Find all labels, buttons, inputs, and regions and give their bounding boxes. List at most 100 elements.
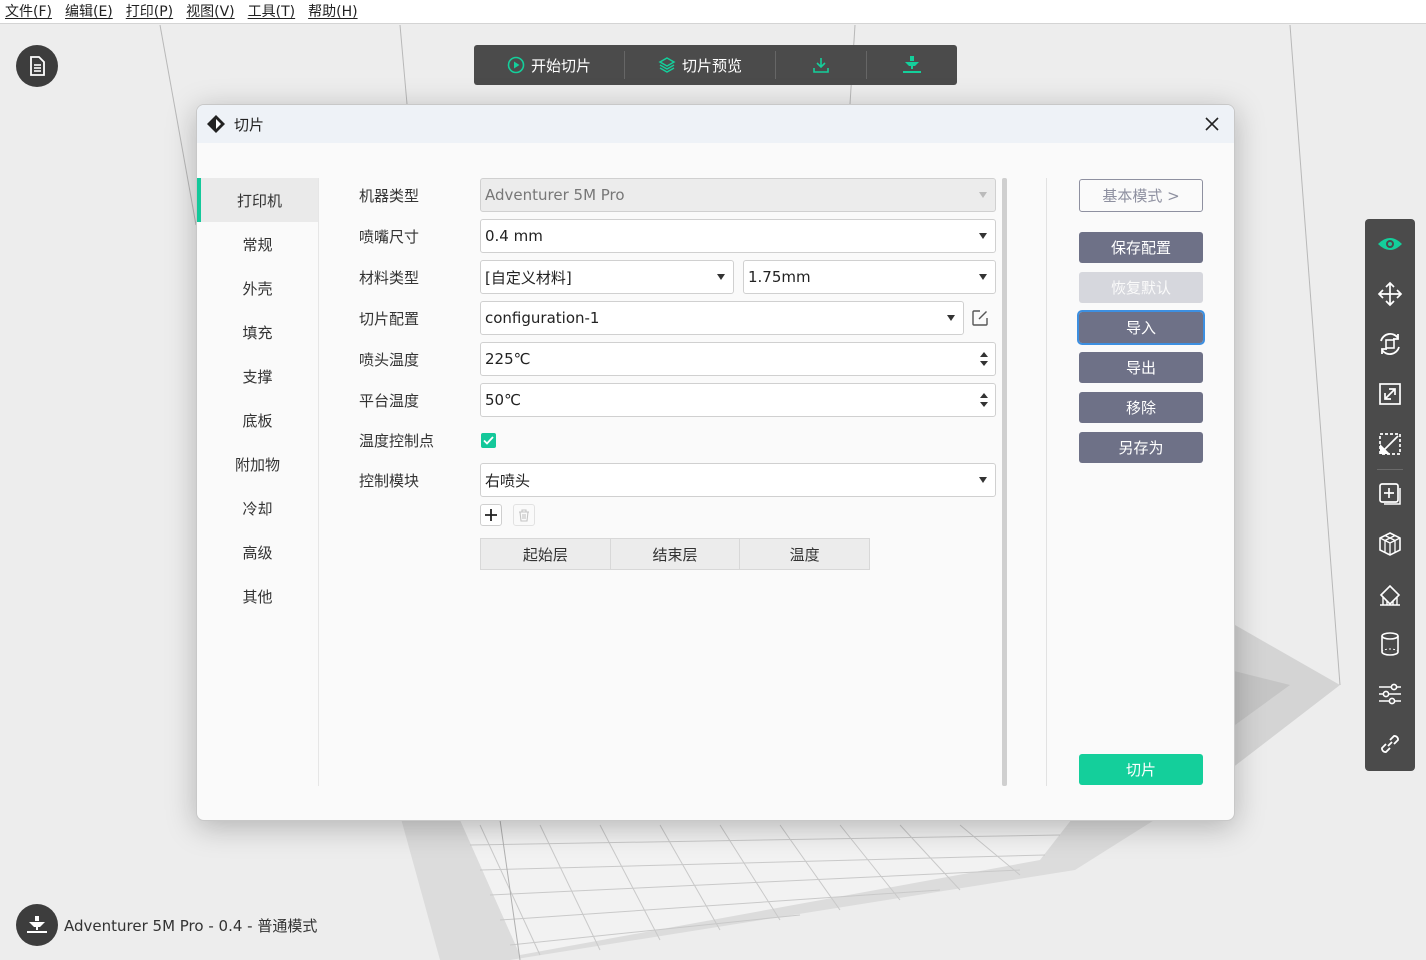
save-config-button[interactable]: 保存配置 — [1079, 232, 1203, 263]
menu-print[interactable]: 打印(P) — [121, 0, 181, 24]
trash-icon — [519, 508, 529, 522]
export-button[interactable]: 导出 — [1079, 352, 1203, 383]
menu-help[interactable]: 帮助(H) — [303, 0, 365, 24]
start-slice-label: 开始切片 — [530, 56, 591, 75]
play-icon — [507, 56, 525, 74]
menu-view[interactable]: 视图(V) — [181, 0, 243, 24]
nozzle-temp-label: 喷头温度 — [359, 350, 420, 369]
slice-config-select[interactable]: configuration-1 — [480, 301, 964, 335]
printer-status-button[interactable] — [16, 904, 58, 946]
nav-shell[interactable]: 外壳 — [197, 266, 318, 310]
link-button[interactable] — [1365, 719, 1415, 769]
scale-icon — [1379, 383, 1401, 405]
printer-status-text: Adventurer 5M Pro - 0.4 - 普通模式 — [64, 917, 318, 935]
document-button[interactable] — [16, 45, 58, 87]
delete-row-button[interactable] — [513, 504, 535, 526]
multi-cube-button[interactable] — [1365, 519, 1415, 569]
edit-config-button[interactable] — [971, 309, 989, 327]
slice-button[interactable]: 切片 — [1079, 754, 1203, 785]
scale-button[interactable] — [1365, 369, 1415, 419]
machine-type-select: Adventurer 5M Pro — [480, 178, 996, 212]
nozzle-temp-spinbox[interactable]: 225℃ — [480, 342, 996, 376]
download-button[interactable] — [776, 45, 866, 85]
control-module-select[interactable]: 右喷头 — [480, 463, 996, 497]
slice-config-value: configuration-1 — [485, 309, 600, 327]
slice-preview-button[interactable]: 切片预览 — [625, 45, 775, 85]
temp-control-table: 起始层 结束层 温度 — [480, 538, 870, 570]
start-slice-button[interactable]: 开始切片 — [474, 45, 624, 85]
slice-dialog: 切片 打印机 常规 外壳 填充 支撑 底板 附加物 冷却 高级 其他 机器类型 … — [196, 104, 1235, 821]
chevron-down-icon — [947, 315, 955, 321]
column-start-layer: 起始层 — [481, 539, 611, 569]
settings-nav: 打印机 常规 外壳 填充 支撑 底板 附加物 冷却 高级 其他 — [197, 178, 319, 786]
save-as-button[interactable]: 另存为 — [1079, 432, 1203, 463]
remove-button[interactable]: 移除 — [1079, 392, 1203, 423]
chevron-down-icon — [717, 274, 725, 280]
nav-infill[interactable]: 填充 — [197, 310, 318, 354]
right-toolbar — [1365, 219, 1415, 771]
nav-cooling[interactable]: 冷却 — [197, 486, 318, 530]
column-temperature: 温度 — [789, 545, 820, 564]
sliders-icon — [1379, 683, 1401, 705]
cylinder-button[interactable] — [1365, 619, 1415, 669]
rotate-button[interactable] — [1365, 319, 1415, 369]
support-icon — [1379, 584, 1401, 606]
temp-control-point-checkbox[interactable] — [481, 433, 496, 448]
move-button[interactable] — [1365, 269, 1415, 319]
basic-mode-button[interactable]: 基本模式 > — [1079, 179, 1203, 212]
chevron-down-icon — [979, 477, 987, 483]
eye-icon — [1378, 238, 1402, 250]
cubes-icon — [1379, 532, 1401, 556]
document-icon — [30, 56, 45, 76]
nav-raft[interactable]: 底板 — [197, 398, 318, 442]
form-scrollbar[interactable] — [1002, 178, 1007, 786]
import-button[interactable]: 导入 — [1077, 310, 1205, 345]
nav-advanced[interactable]: 高级 — [197, 530, 318, 574]
slice-preview-label: 切片预览 — [681, 56, 742, 75]
settings-sliders-button[interactable] — [1365, 669, 1415, 719]
menu-edit[interactable]: 编辑(E) — [60, 0, 121, 24]
machine-type-value: Adventurer 5M Pro — [485, 186, 625, 204]
download-icon — [813, 58, 829, 73]
add-model-button[interactable] — [1365, 469, 1415, 519]
nav-additions[interactable]: 附加物 — [197, 442, 318, 486]
move-icon — [1377, 281, 1403, 307]
add-icon — [1379, 483, 1401, 505]
temp-control-point-label: 温度控制点 — [359, 431, 435, 450]
material-select[interactable]: [自定义材料] — [480, 260, 734, 294]
plus-icon — [485, 509, 497, 521]
bed-temp-spinbox[interactable]: 50℃ — [480, 383, 996, 417]
check-icon — [483, 436, 494, 445]
layers-icon — [658, 57, 676, 73]
chevron-down-icon — [979, 233, 987, 239]
nav-support[interactable]: 支撑 — [197, 354, 318, 398]
nozzle-size-select[interactable]: 0.4 mm — [480, 219, 996, 253]
close-button[interactable] — [1200, 112, 1224, 136]
machine-type-label: 机器类型 — [359, 186, 420, 205]
nav-general[interactable]: 常规 — [197, 222, 318, 266]
nav-other[interactable]: 其他 — [197, 574, 318, 618]
chevron-down-icon — [979, 274, 987, 280]
panel-divider — [1046, 178, 1047, 786]
filament-diameter-value: 1.75mm — [748, 268, 811, 286]
restore-default-button[interactable]: 恢复默认 — [1079, 272, 1203, 303]
nozzle-temp-value: 225℃ — [485, 350, 531, 368]
support-button[interactable] — [1365, 569, 1415, 619]
view-button[interactable] — [1365, 219, 1415, 269]
menu-tools[interactable]: 工具(T) — [243, 0, 303, 24]
filament-diameter-select[interactable]: 1.75mm — [743, 260, 996, 294]
send-to-printer-button[interactable] — [867, 45, 957, 85]
add-row-button[interactable] — [480, 504, 502, 526]
bed-temp-value: 50℃ — [485, 391, 521, 409]
mirror-button[interactable] — [1365, 419, 1415, 469]
rotate-icon — [1380, 333, 1400, 355]
nav-printer[interactable]: 打印机 — [197, 178, 318, 222]
link-icon — [1381, 735, 1399, 753]
spin-arrows-icon[interactable] — [980, 351, 988, 367]
spin-arrows-icon[interactable] — [980, 392, 988, 408]
app-logo-icon — [207, 115, 225, 133]
menu-file[interactable]: 文件(F) — [0, 0, 60, 24]
slice-toolbar: 开始切片 切片预览 — [474, 45, 957, 85]
bed-temp-label: 平台温度 — [359, 391, 420, 410]
edit-icon — [972, 310, 988, 326]
